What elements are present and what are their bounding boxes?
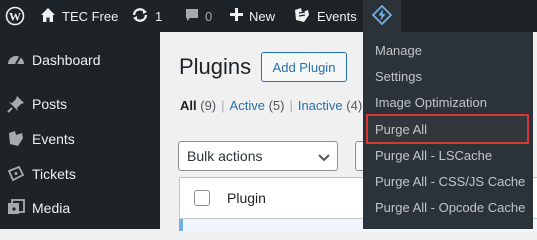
sidebar-item-events[interactable]: Events xyxy=(0,122,160,156)
filter-all-count: (9) xyxy=(200,98,217,113)
updates-count: 1 xyxy=(155,8,163,24)
chevron-down-icon xyxy=(317,150,331,167)
sidebar-item-label: Events xyxy=(32,131,75,147)
menu-item-purge-all[interactable]: Purge All xyxy=(375,116,427,142)
updates-menu[interactable]: 1 xyxy=(131,0,162,32)
site-name: TEC Free xyxy=(62,8,119,24)
menu-item-purge-all-opcode[interactable]: Purge All - Opcode Cache xyxy=(375,194,525,220)
litespeed-icon xyxy=(371,4,393,28)
updates-icon xyxy=(131,6,149,27)
admin-bar: W TEC Free 1 0 New Events xyxy=(0,0,537,32)
menu-item-manage[interactable]: Manage xyxy=(375,37,422,63)
sidebar-item-label: Media xyxy=(32,200,71,216)
dashboard-icon xyxy=(6,51,26,69)
home-icon xyxy=(40,7,56,26)
new-content-menu[interactable]: New xyxy=(230,0,275,32)
comments-menu[interactable]: 0 xyxy=(185,0,212,32)
site-name-menu[interactable]: TEC Free xyxy=(40,0,118,32)
add-plugin-button[interactable]: Add Plugin xyxy=(261,52,347,82)
filter-active-count: (5) xyxy=(268,98,285,113)
menu-item-image-optimization[interactable]: Image Optimization xyxy=(375,89,487,115)
events-logo-icon xyxy=(293,7,311,26)
filter-active[interactable]: Active xyxy=(230,98,265,113)
sidebar-item-label: Tickets xyxy=(32,166,76,182)
calendar-icon xyxy=(6,130,26,148)
menu-item-purge-all-css-js[interactable]: Purge All - CSS/JS Cache xyxy=(375,168,525,194)
page-title: Plugins xyxy=(179,54,252,79)
filter-inactive-count: (4) xyxy=(346,98,363,113)
sidebar-item-label: Dashboard xyxy=(32,52,101,68)
pin-icon xyxy=(6,95,26,113)
comments-count: 0 xyxy=(205,8,213,24)
sidebar-item-dashboard[interactable]: Dashboard xyxy=(0,43,160,77)
new-label: New xyxy=(249,8,276,24)
comment-icon xyxy=(185,8,199,25)
plugin-status-filters: All (9) | Active (5) | Inactive (4) xyxy=(180,98,363,113)
events-menu[interactable]: Events xyxy=(293,0,357,32)
filter-all[interactable]: All xyxy=(180,98,197,113)
sidebar-item-posts[interactable]: Posts xyxy=(0,87,160,121)
select-all-checkbox[interactable] xyxy=(194,190,210,206)
ticket-icon xyxy=(6,165,26,183)
media-icon xyxy=(6,199,26,217)
sidebar-item-label: Posts xyxy=(32,96,68,112)
events-label: Events xyxy=(317,8,357,24)
menu-item-settings[interactable]: Settings xyxy=(375,63,422,89)
litespeed-dropdown-menu: Manage Settings Image Optimization Purge… xyxy=(363,32,533,229)
column-plugin[interactable]: Plugin xyxy=(227,190,266,206)
sidebar-item-tickets[interactable]: Tickets xyxy=(0,157,160,191)
menu-item-purge-all-lscache[interactable]: Purge All - LSCache xyxy=(375,142,492,168)
wordpress-logo-icon[interactable]: W xyxy=(4,0,26,32)
filter-inactive[interactable]: Inactive xyxy=(298,98,343,113)
bulk-actions-select[interactable]: Bulk actions xyxy=(178,141,338,171)
plus-icon xyxy=(230,8,243,24)
admin-sidebar: Dashboard Posts Events Tickets Media xyxy=(0,32,160,229)
bulk-actions-value: Bulk actions xyxy=(187,148,263,164)
svg-text:W: W xyxy=(9,10,21,24)
sidebar-item-media[interactable]: Media xyxy=(0,191,160,225)
litespeed-cache-menu[interactable] xyxy=(363,0,401,32)
